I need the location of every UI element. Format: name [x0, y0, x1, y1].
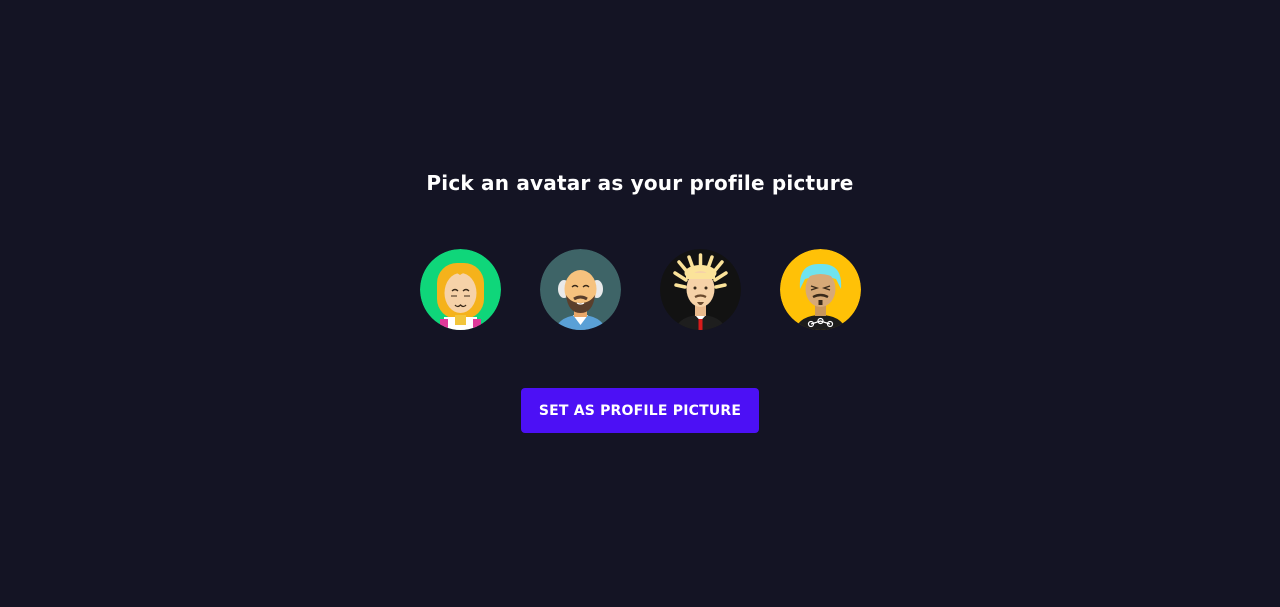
set-profile-picture-button[interactable]: SET AS PROFILE PICTURE: [521, 388, 759, 433]
page-title: Pick an avatar as your profile picture: [426, 171, 854, 195]
avatar-option-2[interactable]: [540, 249, 621, 330]
avatar-option-3[interactable]: [660, 249, 741, 330]
blonde-woman-avatar-icon: [420, 249, 501, 330]
avatar-picker-page: Pick an avatar as your profile picture S…: [0, 0, 1280, 607]
avatar-option-1[interactable]: [420, 249, 501, 330]
cyan-hair-man-avatar-icon: [780, 249, 861, 330]
avatar-option-4[interactable]: [780, 249, 861, 330]
spiky-hair-man-avatar-icon: [660, 249, 741, 330]
bald-bearded-man-avatar-icon: [540, 249, 621, 330]
avatar-list: [420, 249, 861, 330]
